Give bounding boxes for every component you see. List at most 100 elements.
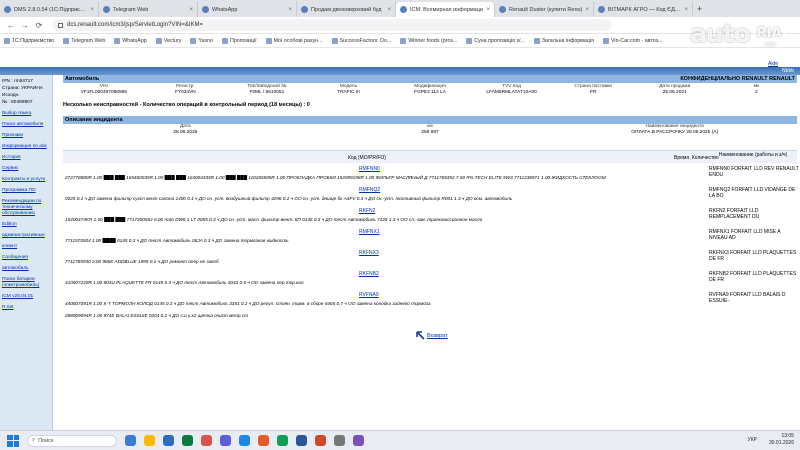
back-button[interactable]: Возврат	[416, 331, 448, 341]
browser-tab[interactable]: ICM: Всемирная информаци ×	[396, 2, 495, 17]
browser-tab[interactable]: Telegram Web ×	[99, 2, 198, 17]
windows-taskbar: ⌕ Поиск УКР 13:05 30.01.2026	[0, 430, 800, 450]
operation-description: 7711575504 1.00 ████ 0145 0.3 ч ДО тест …	[65, 238, 289, 243]
new-tab-icon[interactable]: +	[693, 2, 706, 17]
start-button[interactable]	[7, 434, 19, 447]
taskbar-app-icon[interactable]	[182, 435, 193, 446]
sidebar-link[interactable]: Информация по а/м	[2, 144, 50, 150]
taskbar-app-icon[interactable]	[163, 435, 174, 446]
sidebar-link[interactable]: Контракты и услуги	[2, 177, 50, 183]
close-icon[interactable]: ×	[486, 7, 490, 13]
bookmark-label: WhatsApp	[122, 37, 147, 44]
close-icon[interactable]: ×	[585, 7, 589, 13]
sidebar-link[interactable]: Признаки	[2, 133, 50, 139]
close-icon[interactable]: ×	[90, 7, 94, 13]
taskbar-app-icon[interactable]	[258, 435, 269, 446]
language-indicator[interactable]: УКР	[748, 437, 757, 443]
bookmark-item[interactable]: Мої особові рахун...	[265, 37, 323, 44]
operation-code-link[interactable]: RMFNX1	[359, 229, 380, 235]
tab-title: Renault Duster (купити Reno)	[509, 6, 583, 13]
taskbar-app-icon[interactable]	[144, 435, 155, 446]
bookmark-icon	[265, 37, 272, 44]
sidebar-link[interactable]: Программа ПО	[2, 188, 50, 194]
url-text: dcs.renault.com/icm3/jsp/ServletLogin?VI…	[67, 22, 204, 28]
confidential-label: КОНФИДЕНЦИАЛЬНО RENAULT RENAULT	[680, 76, 795, 82]
bookmark-item[interactable]: Yasno	[190, 37, 213, 44]
reload-icon[interactable]: ⟳	[32, 21, 46, 30]
taskbar-app-icon[interactable]	[315, 435, 326, 446]
bookmark-icon	[114, 37, 121, 44]
taskbar-app-icon[interactable]	[239, 435, 250, 446]
bookmark-item[interactable]: Vin-Car.com - автоз...	[602, 37, 662, 44]
browser-tab[interactable]: Продам двоховерховий буд ×	[297, 2, 396, 17]
vehicle-cell: 25.06.2021	[662, 90, 687, 95]
taskbar-app-icon[interactable]	[334, 435, 345, 446]
sidebar-link[interactable]: Выбор языка	[2, 111, 50, 117]
taskbar-app-icon[interactable]	[201, 435, 212, 446]
operation-code-link[interactable]: RKFN2	[359, 208, 375, 214]
operation-name: RMFNQ2 FORFAIT LLD VIDANGE DE LA BO	[709, 187, 796, 199]
sidebar-link[interactable]: Edition	[2, 222, 50, 228]
taskbar-app-icon[interactable]	[353, 435, 364, 446]
tab-title: WhatsApp	[212, 6, 238, 13]
sidebar-link[interactable]: Сервис	[2, 166, 50, 172]
url-input[interactable]: dcs.renault.com/icm3/jsp/ServletLogin?VI…	[52, 19, 612, 31]
clock[interactable]: 13:05 30.01.2026	[769, 433, 794, 447]
operation-code-link[interactable]: RMFNN0	[359, 166, 380, 172]
close-icon[interactable]: ×	[387, 7, 391, 13]
operation-code-link[interactable]: RKFNX3	[359, 250, 379, 256]
bookmark-item[interactable]: Загальна інформація	[533, 37, 594, 44]
site-info-icon[interactable]	[58, 22, 63, 28]
sidebar-link[interactable]: автомобиль	[2, 266, 50, 272]
back-icon[interactable]: ←	[4, 21, 18, 30]
vehicle-cell: 2	[754, 90, 758, 95]
browser-tab[interactable]: DMS 2.8.0.54 (1С:Підприємство) ×	[0, 2, 99, 17]
tab-favicon-icon	[4, 6, 11, 13]
browser-tab[interactable]: ВІТМАРК АГРО — Код ЄДРПОУ ×	[594, 2, 693, 17]
bookmark-item[interactable]: Пропозиції	[222, 37, 257, 44]
operation-code-link[interactable]: RMFNQ2	[359, 187, 380, 193]
browser-address-bar: ← → ⟳ dcs.renault.com/icm3/jsp/ServletLo…	[0, 17, 800, 34]
sidebar-link[interactable]: Сообщения	[2, 255, 50, 261]
close-icon[interactable]: ×	[684, 7, 688, 13]
bookmark-item[interactable]: Winner foods (ргоз...	[400, 37, 457, 44]
sidebar-link[interactable]: ICM v25.04.01	[2, 294, 50, 300]
taskbar-app-icon[interactable]	[277, 435, 288, 446]
taskbar-app-icon[interactable]	[125, 435, 136, 446]
browser-tab[interactable]: Renault Duster (купити Reno) ×	[495, 2, 594, 17]
sidebar-link[interactable]: административные	[2, 233, 50, 239]
browser-tab-bar: DMS 2.8.0.54 (1С:Підприємство) × Telegram …	[0, 0, 800, 17]
tab-favicon-icon	[202, 6, 209, 13]
bookmark-item[interactable]: SuccessFactors: Do...	[331, 37, 391, 44]
incident-table-header: Дата км Наименование инцидента	[63, 124, 797, 129]
browser-tab[interactable]: WhatsApp ×	[198, 2, 297, 17]
sidebar-link[interactable]: Рекомендации по техническому обслуживани…	[2, 199, 50, 217]
sidebar-link[interactable]: Поиск автомобиля	[2, 122, 50, 128]
close-icon[interactable]: ×	[288, 7, 292, 13]
bookmark-item[interactable]: WhatsApp	[114, 37, 147, 44]
clock-time: 13:05	[781, 433, 794, 439]
bookmark-item[interactable]: Vectury	[155, 37, 181, 44]
sidebar-link[interactable]: Поиск батареи (электромобиль)	[2, 277, 50, 289]
operation-code-link[interactable]: RVFNA9	[359, 292, 379, 298]
sidebar-link[interactable]: R.net	[2, 305, 50, 311]
incident-column-header: Дата	[180, 124, 191, 129]
bookmark-item[interactable]: 1С:Підприємство	[4, 37, 54, 44]
bookmark-icon	[190, 37, 197, 44]
header-links[interactable]: Nbbb	[782, 68, 794, 74]
bookmark-item[interactable]: Суна пропозиція з/...	[466, 37, 525, 44]
operation-name: RKFNB2 FORFAIT LLD PLAQUETTES DE FR	[709, 271, 797, 283]
taskbar-app-icon[interactable]	[220, 435, 231, 446]
vehicle-cell: F0ML / 5610051	[249, 90, 285, 95]
forward-icon[interactable]: →	[18, 21, 32, 30]
bookmark-item[interactable]: Telegram Web	[63, 37, 105, 44]
operation-row: RKFNX3 7711785930 2.00 986E ADDBLUE 1999 …	[63, 250, 797, 271]
operation-code-link[interactable]: RKFNB2	[359, 271, 379, 277]
sidebar-link[interactable]: История	[2, 155, 50, 161]
close-icon[interactable]: ×	[189, 7, 193, 13]
taskbar-search[interactable]: ⌕ Поиск	[27, 434, 117, 447]
operation-description: 0025 0.1 ч ДО замена фильтр сухсп вент с…	[65, 196, 513, 201]
operation-row: RMFNN0 272778880R 1.00 ███.███ 165460035R…	[63, 166, 799, 187]
sidebar-link[interactable]: клиент	[2, 244, 50, 250]
taskbar-app-icon[interactable]	[296, 435, 307, 446]
